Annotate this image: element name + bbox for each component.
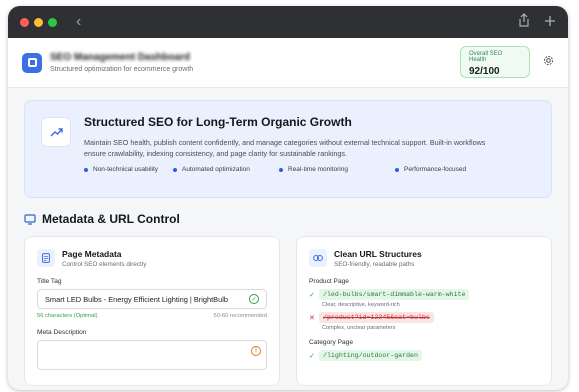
minimize-window-button[interactable] [34, 17, 43, 27]
app-header: SEO Management Dashboard Structured opti… [8, 38, 568, 88]
hero-description: Maintain SEO health, publish content con… [84, 138, 486, 158]
health-label: Overall SEO Health [469, 51, 503, 63]
trending-up-icon [41, 117, 71, 147]
hero-title: Structured SEO for Long-Term Organic Gro… [84, 115, 352, 129]
feature-item: Real-time monitoring [279, 166, 395, 173]
back-chevron-icon[interactable]: ‹ [76, 14, 81, 30]
bad-url: /product?id=12345&cat=bulbs [319, 312, 434, 323]
card-title: Page Metadata [62, 249, 122, 259]
card-title: Clean URL Structures [334, 249, 422, 259]
section-title: Metadata & URL Control [24, 212, 552, 226]
document-icon [37, 249, 55, 267]
health-value: 92/100 [469, 66, 500, 77]
title-tag-value: Smart LED Bulbs - Energy Efficient Light… [45, 294, 228, 304]
app-title: SEO Management Dashboard [50, 52, 191, 63]
app-logo [22, 52, 42, 73]
monitor-icon [24, 213, 36, 225]
check-icon: ✓ [309, 352, 315, 360]
app-subtitle: Structured optimization for ecommerce gr… [50, 66, 194, 73]
meta-description-label: Meta Description [37, 329, 87, 336]
app-window: ‹ SEO Management Dashboard Structured op… [8, 6, 568, 390]
card-subtitle: SEO-friendly, readable paths [334, 261, 415, 268]
x-icon: ✕ [309, 314, 315, 322]
product-page-label: Product Page [309, 278, 349, 285]
hero-banner: Structured SEO for Long-Term Organic Gro… [24, 100, 552, 198]
check-circle-icon: ✓ [249, 294, 259, 304]
title-tag-input[interactable]: Smart LED Bulbs - Energy Efficient Light… [37, 289, 267, 309]
char-count: 56 characters (Optimal) [37, 313, 98, 319]
clean-url-card: Clean URL Structures SEO-friendly, reada… [296, 236, 552, 386]
title-tag-label: Title Tag [37, 278, 62, 285]
meta-description-input[interactable]: ! [37, 340, 267, 370]
recommended-range: 50-60 recommended [213, 313, 268, 319]
feature-item: Automated optimization [173, 166, 279, 173]
category-url: /lighting/outdoor-garden [319, 350, 422, 361]
feature-item: Performance-focused [395, 166, 466, 173]
bad-url-note: Complex, unclear parameters [322, 325, 396, 331]
link-icon [309, 249, 327, 267]
close-window-button[interactable] [20, 17, 29, 27]
good-url-note: Clear, descriptive, keyword-rich [322, 302, 400, 308]
window-titlebar: ‹ [8, 6, 568, 38]
feature-item: Non-technical usability [84, 166, 173, 173]
plus-icon[interactable] [544, 14, 556, 32]
check-icon: ✓ [309, 291, 315, 299]
page-metadata-card: Page Metadata Control SEO elements direc… [24, 236, 280, 386]
good-url: /led-bulbs/smart-dimmable-warm-white [319, 289, 470, 300]
maximize-window-button[interactable] [48, 17, 57, 27]
gear-icon[interactable] [543, 55, 554, 69]
card-subtitle: Control SEO elements directly [62, 261, 147, 268]
seo-health-badge: Overall SEO Health 92/100 [460, 46, 530, 78]
warning-icon: ! [251, 346, 261, 356]
category-page-label: Category Page [309, 339, 353, 346]
share-icon[interactable] [518, 13, 530, 32]
